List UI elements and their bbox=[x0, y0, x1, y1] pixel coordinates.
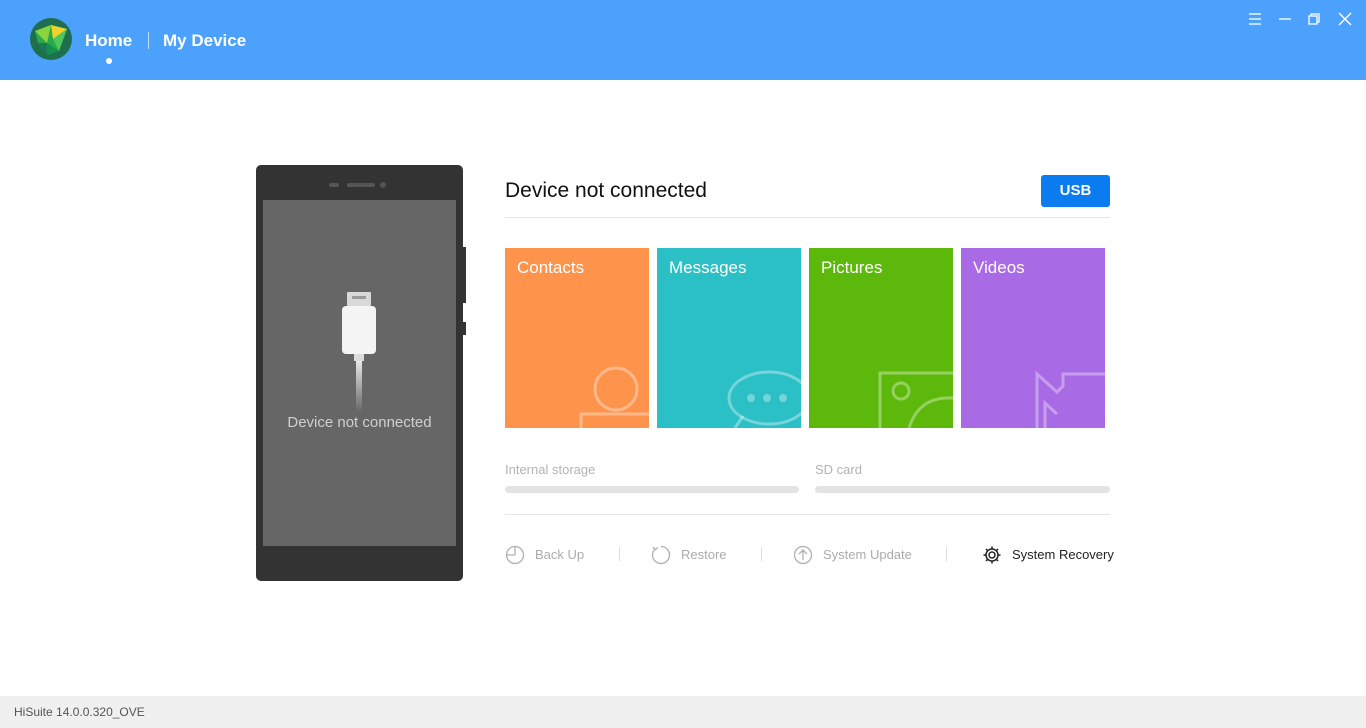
tile-label: Pictures bbox=[821, 258, 883, 277]
usb-connect-button[interactable]: USB bbox=[1041, 175, 1110, 207]
version-text: HiSuite 14.0.0.320_OVE bbox=[14, 705, 145, 719]
backup-icon bbox=[505, 545, 525, 565]
system-update-button[interactable]: System Update bbox=[793, 544, 923, 566]
active-nav-indicator bbox=[106, 58, 112, 64]
tile-label: Messages bbox=[669, 258, 747, 277]
nav-home[interactable]: Home bbox=[85, 31, 132, 51]
tile-videos[interactable]: Videos bbox=[961, 248, 1105, 428]
internal-storage-label: Internal storage bbox=[505, 462, 596, 477]
tile-label: Contacts bbox=[517, 258, 585, 277]
hisuite-logo bbox=[29, 17, 73, 61]
tile-pictures[interactable]: Pictures bbox=[809, 248, 953, 428]
restore-label: Restore bbox=[681, 547, 727, 562]
tile-contacts[interactable]: Contacts bbox=[505, 248, 649, 428]
phone-screen-status: Device not connected bbox=[287, 414, 432, 431]
action-divider bbox=[619, 547, 620, 561]
tile-messages[interactable]: Messages bbox=[657, 248, 801, 428]
phone-illustration: Device not connected bbox=[256, 165, 463, 581]
sd-card-label: SD card bbox=[815, 462, 862, 477]
sd-card-bar bbox=[815, 486, 1110, 493]
backup-label: Back Up bbox=[535, 547, 585, 562]
menu-icon[interactable] bbox=[1246, 10, 1264, 28]
arrow-up-circle-icon bbox=[793, 545, 813, 565]
backup-button[interactable]: Back Up bbox=[505, 544, 595, 566]
system-recovery-button[interactable]: System Recovery bbox=[982, 544, 1114, 566]
nav-divider bbox=[148, 32, 149, 49]
gear-icon bbox=[983, 546, 1001, 564]
internal-storage-bar bbox=[505, 486, 799, 493]
title-bar: Home My Device bbox=[0, 0, 1366, 80]
usb-cable-icon bbox=[341, 292, 377, 412]
restore-icon bbox=[651, 545, 671, 565]
device-status-title: Device not connected bbox=[505, 179, 707, 202]
phone-speaker bbox=[347, 183, 375, 187]
action-divider bbox=[761, 547, 762, 561]
divider bbox=[505, 217, 1110, 218]
phone-camera bbox=[380, 182, 386, 188]
phone-side-button bbox=[463, 247, 466, 303]
divider bbox=[505, 514, 1110, 515]
system-update-label: System Update bbox=[823, 547, 912, 562]
status-bar: HiSuite 14.0.0.320_OVE bbox=[0, 696, 1366, 728]
nav-my-device[interactable]: My Device bbox=[163, 31, 246, 51]
phone-sensor bbox=[329, 183, 339, 187]
minimize-icon[interactable] bbox=[1276, 10, 1294, 28]
tile-label: Videos bbox=[973, 258, 1025, 277]
close-icon[interactable] bbox=[1336, 10, 1354, 28]
restore-button[interactable]: Restore bbox=[651, 544, 741, 566]
system-recovery-label: System Recovery bbox=[1012, 547, 1114, 562]
phone-side-button bbox=[463, 322, 466, 335]
restore-icon[interactable] bbox=[1305, 10, 1323, 28]
action-divider bbox=[946, 547, 947, 561]
phone-screen: Device not connected bbox=[263, 200, 456, 546]
